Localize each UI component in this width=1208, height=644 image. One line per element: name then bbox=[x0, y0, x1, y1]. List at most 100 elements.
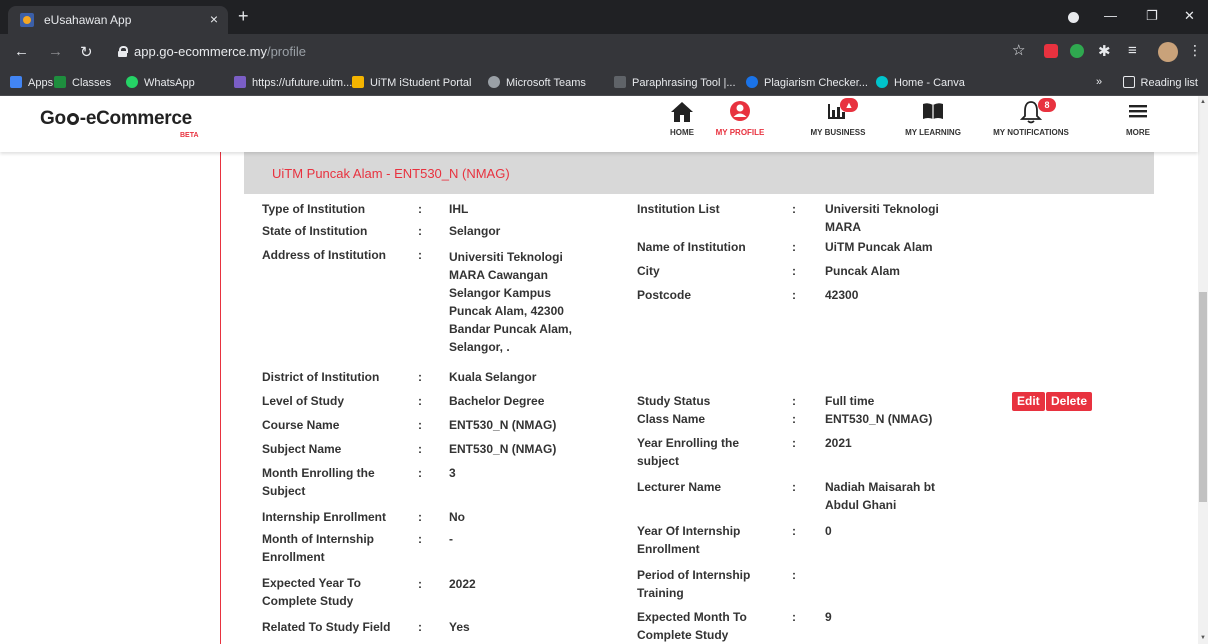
reading-list-label: Reading list bbox=[1140, 77, 1198, 89]
field-value: 0 bbox=[825, 524, 832, 538]
field-value: - bbox=[449, 532, 453, 546]
field-separator: : bbox=[418, 202, 422, 216]
field-separator: : bbox=[792, 568, 796, 582]
media-control-icon[interactable]: ≡ bbox=[1128, 42, 1137, 59]
bookmark-apps[interactable]: Apps bbox=[10, 76, 53, 89]
bookmark-istudent[interactable]: UiTM iStudent Portal bbox=[352, 76, 471, 89]
field-separator: : bbox=[792, 480, 796, 494]
field-separator: : bbox=[792, 394, 796, 408]
browser-menu-icon[interactable]: ⋮ bbox=[1188, 42, 1202, 59]
nav-home[interactable]: HOME bbox=[662, 100, 702, 137]
delete-button[interactable]: Delete bbox=[1046, 392, 1093, 411]
panel-title: UiTM Puncak Alam - ENT530_N (NMAG) bbox=[272, 166, 510, 181]
field-separator: : bbox=[418, 442, 422, 456]
nav-label: MORE bbox=[1126, 128, 1150, 137]
lock-icon bbox=[118, 46, 128, 57]
bookmark-canva[interactable]: Home - Canva bbox=[876, 76, 965, 89]
scroll-up-icon[interactable]: ▲ bbox=[1200, 99, 1206, 105]
bookmark-label: Plagiarism Checker... bbox=[764, 77, 868, 89]
field-value: ENT530_N (NMAG) bbox=[449, 418, 557, 432]
globe-icon bbox=[488, 76, 500, 88]
extension-icon[interactable] bbox=[1044, 44, 1058, 58]
new-tab-icon[interactable]: + bbox=[238, 7, 249, 25]
page-scrollbar[interactable]: ▲ ▼ bbox=[1198, 96, 1208, 644]
nav-my-business[interactable]: ▲ MY BUSINESS bbox=[806, 98, 870, 137]
reload-icon[interactable]: ↻ bbox=[80, 43, 93, 61]
field-value: 3 bbox=[449, 466, 456, 480]
field-separator: : bbox=[792, 288, 796, 302]
field-label: Course Name bbox=[262, 418, 340, 432]
nav-label: HOME bbox=[670, 128, 694, 137]
nav-my-profile[interactable]: MY PROFILE bbox=[710, 100, 770, 137]
nav-label: MY LEARNING bbox=[905, 128, 961, 137]
field-value: IHL bbox=[449, 202, 469, 216]
field-separator: : bbox=[792, 524, 796, 538]
extensions-puzzle-icon[interactable]: ✱ bbox=[1098, 42, 1111, 60]
url-text[interactable]: app.go-ecommerce.my/profile bbox=[134, 44, 306, 59]
back-icon[interactable]: ← bbox=[14, 43, 29, 60]
close-window-icon[interactable]: ✕ bbox=[1184, 8, 1195, 24]
bookmark-label: Home - Canva bbox=[894, 77, 965, 89]
field-value: 42300 bbox=[825, 288, 859, 302]
bookmark-plagiarism[interactable]: Plagiarism Checker... bbox=[746, 76, 868, 89]
field-label: Year Enrolling the subject bbox=[637, 436, 740, 468]
field-label: Type of Institution bbox=[262, 202, 366, 216]
bookmark-star-icon[interactable]: ☆ bbox=[1012, 41, 1025, 59]
edit-button[interactable]: Edit bbox=[1012, 392, 1045, 411]
nav-my-learning[interactable]: MY LEARNING bbox=[900, 100, 966, 137]
scrollbar-thumb[interactable] bbox=[1199, 292, 1207, 502]
field-label: Level of Study bbox=[262, 394, 345, 408]
forward-icon[interactable]: → bbox=[48, 43, 63, 60]
field-label: State of Institution bbox=[262, 224, 368, 238]
field-separator: : bbox=[792, 240, 796, 254]
reading-list-button[interactable]: Reading list bbox=[1122, 76, 1198, 89]
field-value: UiTM Puncak Alam bbox=[825, 240, 933, 254]
whatsapp-icon bbox=[126, 76, 138, 88]
browser-tab[interactable]: eUsahawan App × bbox=[8, 6, 228, 34]
field-value: Nadiah Maisarah bt Abdul Ghani bbox=[825, 480, 936, 512]
chart-icon: ▲ bbox=[806, 98, 870, 126]
field-value: Yes bbox=[449, 620, 470, 634]
restore-icon[interactable]: ❐ bbox=[1146, 8, 1158, 24]
tab-title: eUsahawan App bbox=[44, 13, 132, 27]
bookmark-whatsapp[interactable]: WhatsApp bbox=[126, 76, 195, 89]
bookmark-label: WhatsApp bbox=[144, 77, 195, 89]
field-separator: : bbox=[792, 264, 796, 278]
field-separator: : bbox=[418, 248, 422, 262]
field-label: Subject Name bbox=[262, 442, 342, 456]
tab-close-icon[interactable]: × bbox=[210, 11, 218, 27]
bookmarks-overflow-icon[interactable]: » bbox=[1096, 76, 1102, 88]
bookmark-teams[interactable]: Microsoft Teams bbox=[488, 76, 586, 89]
istudent-icon bbox=[352, 76, 364, 88]
bookmark-classes[interactable]: Classes bbox=[54, 76, 111, 89]
field-separator: : bbox=[418, 532, 422, 546]
address-bar[interactable]: app.go-ecommerce.my/profile bbox=[110, 40, 1010, 64]
minimize-icon[interactable]: — bbox=[1104, 8, 1117, 23]
field-label: Lecturer Name bbox=[637, 480, 722, 494]
menu-icon bbox=[1118, 100, 1158, 126]
address-toolbar: ← → ↻ app.go-ecommerce.my/profile ☆ ✱ ≡ … bbox=[0, 34, 1208, 70]
extension-shield-icon[interactable] bbox=[1070, 44, 1084, 58]
field-value: Selangor bbox=[449, 224, 501, 238]
field-label: City bbox=[637, 264, 660, 278]
bookmark-ufuture[interactable]: https://ufuture.uitm... bbox=[234, 76, 352, 89]
profile-avatar[interactable] bbox=[1158, 42, 1178, 62]
nav-more[interactable]: MORE bbox=[1118, 100, 1158, 137]
notification-count-badge: 8 bbox=[1038, 98, 1056, 112]
field-value: ENT530_N (NMAG) bbox=[825, 412, 933, 426]
field-value: Bachelor Degree bbox=[449, 394, 545, 408]
scroll-down-icon[interactable]: ▼ bbox=[1200, 635, 1206, 641]
profile-indicator-icon[interactable] bbox=[1068, 12, 1079, 23]
app-logo[interactable]: Go -eCommerce bbox=[40, 108, 192, 130]
book-icon bbox=[900, 100, 966, 126]
nav-my-notifications[interactable]: 8 MY NOTIFICATIONS bbox=[986, 98, 1076, 137]
browser-tab-bar: eUsahawan App × + — ❐ ✕ bbox=[0, 0, 1208, 34]
field-label: Month Enrolling the Subject bbox=[262, 466, 375, 498]
field-value: Universiti Teknologi MARA Cawangan Selan… bbox=[449, 250, 572, 354]
field-separator: : bbox=[418, 620, 422, 634]
field-label: Internship Enrollment bbox=[262, 510, 387, 524]
bookmark-paraphrasing[interactable]: Paraphrasing Tool |... bbox=[614, 76, 736, 89]
bookmarks-bar: Apps Classes WhatsApp https://ufuture.ui… bbox=[0, 70, 1208, 96]
field-separator: : bbox=[418, 224, 422, 238]
bookmark-label: Classes bbox=[72, 77, 112, 89]
